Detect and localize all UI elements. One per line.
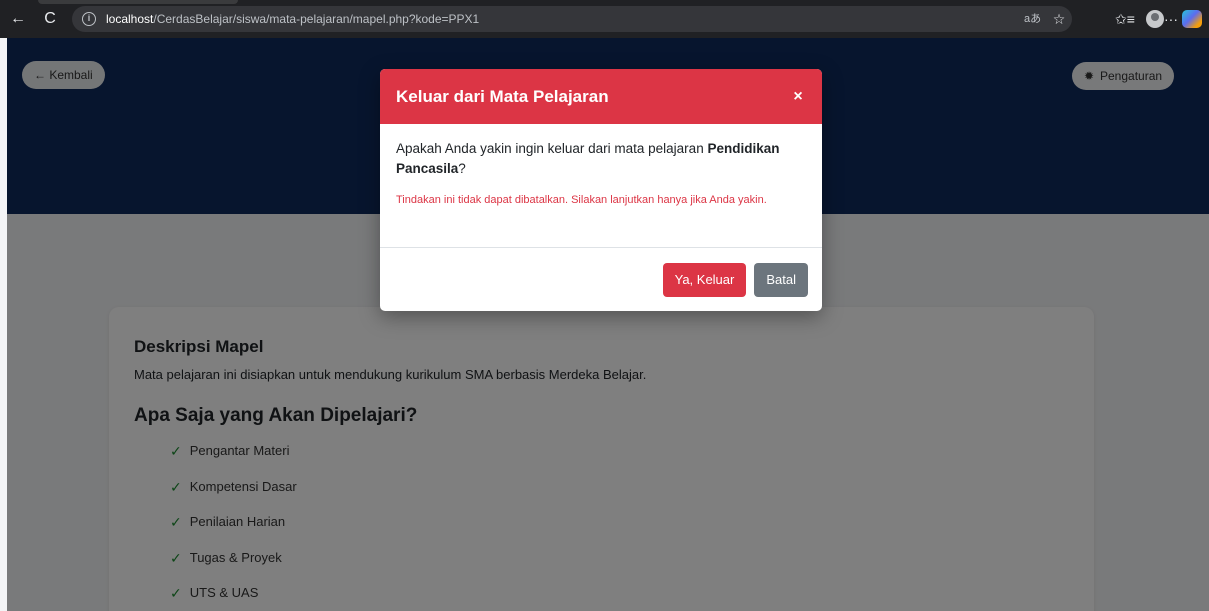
back-arrow-icon[interactable]: ← [8, 9, 28, 29]
site-info-icon[interactable]: i [82, 12, 96, 26]
leave-subject-modal: Keluar dari Mata Pelajaran × Apakah Anda… [380, 69, 822, 311]
copilot-icon[interactable] [1182, 10, 1202, 28]
confirm-leave-button[interactable]: Ya, Keluar [662, 262, 747, 297]
modal-body: Apakah Anda yakin ingin keluar dari mata… [380, 124, 822, 248]
modal-title: Keluar dari Mata Pelajaran [396, 86, 609, 106]
confirm-suffix: ? [458, 161, 466, 176]
confirm-prefix: Apakah Anda yakin ingin keluar dari mata… [396, 141, 708, 156]
read-aloud-icon[interactable]: aあ [1024, 10, 1041, 26]
modal-header: Keluar dari Mata Pelajaran × [380, 69, 822, 124]
collections-icon[interactable]: ✩≡ [1115, 9, 1135, 29]
browser-tab-edge [38, 0, 238, 4]
confirm-message: Apakah Anda yakin ingin keluar dari mata… [396, 139, 806, 179]
refresh-icon[interactable]: C [40, 9, 60, 29]
url-host: localhost [106, 12, 154, 26]
warning-message: Tindakan ini tidak dapat dibatalkan. Sil… [396, 194, 767, 206]
url-path: /CerdasBelajar/siswa/mata-pelajaran/mape… [153, 12, 480, 26]
favorite-star-icon[interactable]: ☆ [1049, 9, 1069, 29]
close-icon[interactable]: × [790, 88, 806, 106]
modal-footer: Ya, Keluar Batal [380, 248, 822, 311]
cancel-button[interactable]: Batal [754, 262, 808, 297]
address-bar[interactable]: i localhost/CerdasBelajar/siswa/mata-pel… [72, 6, 1072, 32]
more-options-icon[interactable]: ··· [1161, 9, 1181, 29]
